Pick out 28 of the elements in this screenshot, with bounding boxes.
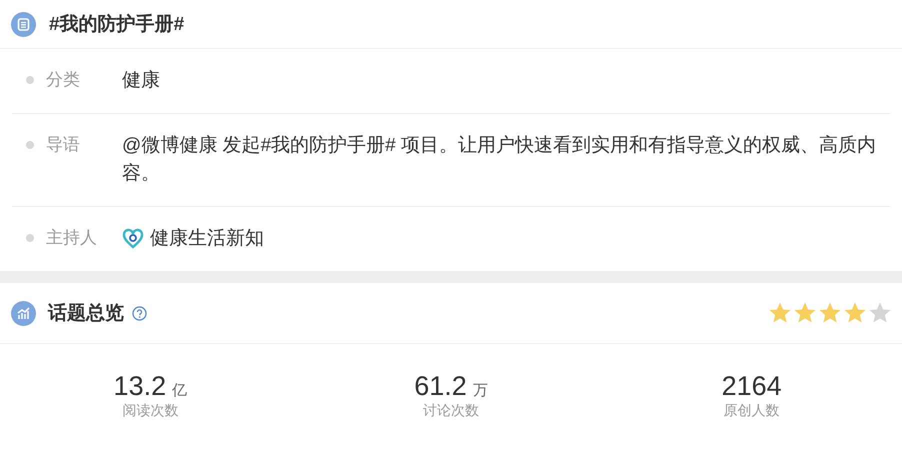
field-label: 主持人 — [46, 227, 98, 249]
stat-label: 原创人数 — [724, 402, 780, 420]
heart-icon — [122, 228, 144, 250]
stat-unit: 万 — [472, 381, 488, 400]
host-name[interactable]: 健康生活新知 — [150, 225, 264, 253]
chart-icon — [11, 300, 36, 326]
field-value: 健康 — [122, 69, 161, 93]
help-icon[interactable] — [132, 306, 147, 320]
bullet-icon — [26, 234, 34, 242]
bullet-icon — [26, 141, 34, 149]
star-icon — [793, 301, 817, 325]
stat-value: 61.2 — [414, 370, 467, 402]
stat-value: 2164 — [722, 370, 782, 402]
star-icon — [768, 301, 792, 325]
field-value: @微博健康 发起#我的防护手册# 项目。让用户快速看到实用和有指导意义的权威、高质内容。 — [122, 134, 877, 186]
field-label: 分类 — [46, 69, 81, 91]
stat-value: 13.2 — [114, 370, 166, 402]
bullet-icon — [26, 76, 34, 84]
section-title: 话题总览 — [48, 302, 124, 326]
field-label: 导语 — [46, 134, 81, 156]
star-icon — [843, 301, 867, 325]
list-icon — [11, 12, 36, 36]
topic-title: #我的防护手册# — [49, 12, 184, 37]
star-icon — [818, 301, 842, 325]
stat-unit: 亿 — [172, 381, 188, 400]
stat-label: 阅读次数 — [122, 402, 178, 420]
star-icon — [868, 301, 892, 325]
stat-label: 讨论次数 — [422, 402, 479, 420]
